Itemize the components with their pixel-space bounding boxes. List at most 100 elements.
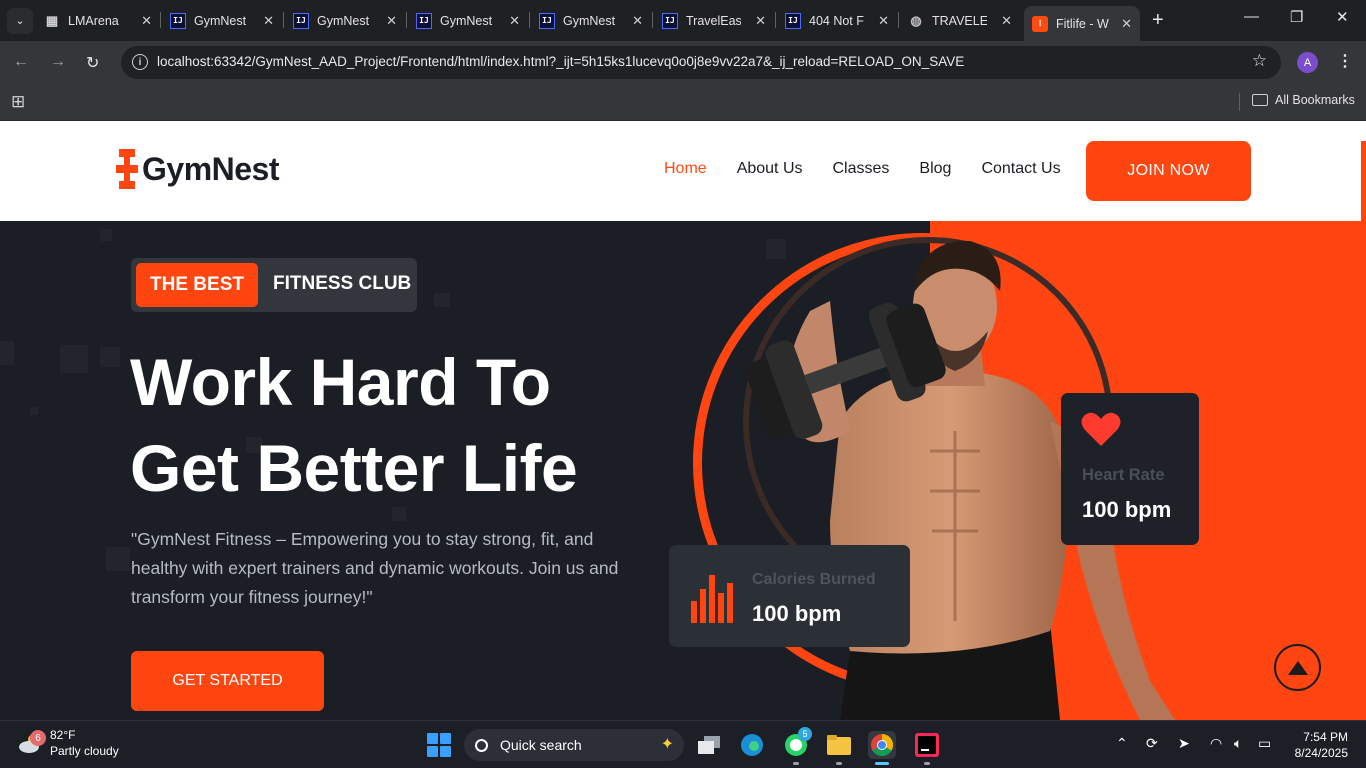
tab-6[interactable]: IJ TravelEase ✕ (662, 6, 774, 35)
whatsapp-icon[interactable]: 5 (782, 727, 812, 765)
main-nav: Home About Us Classes Blog Contact Us (664, 160, 1091, 178)
heart-icon (1081, 412, 1121, 446)
forward-button[interactable]: → (50, 53, 66, 71)
globe-icon: ◍ (910, 12, 922, 28)
system-clock[interactable]: 7:54 PM 8/24/2025 (1288, 729, 1348, 761)
weather-alert-badge: 6 (30, 730, 46, 746)
chrome-icon[interactable] (868, 731, 896, 765)
file-explorer-icon[interactable] (825, 731, 853, 765)
nav-classes[interactable]: Classes (833, 160, 890, 178)
taskbar-search[interactable]: Quick search ✦ (464, 729, 684, 761)
hero-badge: THE BEST FITNESS CLUB (131, 258, 417, 312)
address-toolbar: ← → ↻ i localhost:63342/GymNest_AAD_Proj… (0, 41, 1366, 84)
close-icon[interactable]: ✕ (755, 13, 766, 29)
location-icon[interactable]: ➤ (1178, 735, 1190, 752)
nav-home[interactable]: Home (664, 160, 707, 178)
close-window-button[interactable]: ✕ (1336, 8, 1349, 26)
close-icon[interactable]: ✕ (1121, 16, 1132, 32)
calories-label: Calories Burned (752, 571, 876, 588)
site-info-icon[interactable]: i (132, 54, 148, 70)
tab-title: LMArena (68, 13, 119, 28)
bar-chart-icon (691, 575, 733, 623)
tab-3[interactable]: IJ GymNest ✕ (293, 6, 405, 35)
sync-icon[interactable]: ⟳ (1146, 735, 1158, 752)
intellij-icon: IJ (662, 12, 678, 29)
tab-4[interactable]: IJ GymNest ✕ (416, 6, 528, 35)
tab-7[interactable]: IJ 404 Not F ✕ (785, 6, 897, 35)
site-logo[interactable]: GymNest (116, 149, 280, 189)
battery-icon[interactable]: ▭ (1258, 735, 1271, 752)
profile-avatar[interactable]: A (1297, 52, 1318, 73)
close-icon[interactable]: ✕ (141, 13, 152, 29)
tab-active[interactable]: Ⅰ Fitlife - W ✕ (1024, 6, 1140, 41)
task-view-icon[interactable] (695, 731, 723, 759)
hero-section: THE BEST FITNESS CLUB Work Hard To Get B… (0, 221, 1366, 720)
restore-button[interactable]: ❐ (1290, 8, 1303, 26)
heart-rate-label: Heart Rate (1082, 466, 1165, 484)
show-hidden-icons[interactable]: ⌃ (1116, 735, 1128, 752)
address-bar[interactable]: i localhost:63342/GymNest_AAD_Project/Fr… (121, 46, 1281, 79)
apps-grid-icon[interactable]: ⊞ (11, 92, 25, 112)
edge-icon[interactable] (738, 731, 766, 759)
search-icon (475, 738, 488, 752)
intellij-icon: IJ (416, 12, 432, 29)
partly-cloudy-icon: 6 (18, 730, 46, 754)
weather-condition: Partly cloudy (50, 744, 119, 758)
close-icon[interactable]: ✕ (632, 13, 643, 29)
site-header: GymNest Home About Us Classes Blog Conta… (0, 121, 1366, 221)
tab-search-button[interactable]: ⌄ (7, 7, 33, 34)
volume-icon[interactable]: 🔈︎ (1234, 735, 1242, 752)
clock-time: 7:54 PM (1303, 730, 1348, 744)
close-icon[interactable]: ✕ (878, 13, 889, 29)
all-bookmarks-label: All Bookmarks (1275, 93, 1355, 107)
all-bookmarks-button[interactable]: All Bookmarks (1252, 93, 1355, 107)
intellij-icon: IJ (539, 12, 555, 29)
clock-date: 8/24/2025 (1294, 746, 1348, 760)
grid-icon: ▦ (45, 12, 59, 28)
close-icon[interactable]: ✕ (263, 13, 274, 29)
bookmark-star-icon[interactable]: ☆ (1252, 51, 1267, 71)
reload-button[interactable]: ↻ (86, 53, 99, 73)
close-icon[interactable]: ✕ (386, 13, 397, 29)
back-to-top-button[interactable] (1274, 644, 1321, 691)
tab-title: GymNest (563, 13, 615, 28)
tab-title: GymNest (317, 13, 370, 28)
folder-icon (1252, 94, 1268, 106)
tab-title: TRAVELER (932, 13, 987, 28)
tab-title: TravelEase (686, 13, 741, 28)
minimize-button[interactable]: — (1244, 8, 1259, 25)
menu-icon[interactable]: ⋮ (1337, 51, 1353, 71)
start-button[interactable] (427, 733, 451, 757)
back-button[interactable]: ← (13, 53, 29, 71)
tab-5[interactable]: IJ GymNest ✕ (539, 6, 651, 35)
tab-2[interactable]: IJ GymNest ✕ (170, 6, 282, 35)
nav-blog[interactable]: Blog (919, 160, 951, 178)
join-now-button[interactable]: JOIN NOW (1086, 141, 1251, 201)
hero-description: "GymNest Fitness – Empowering you to sta… (131, 529, 619, 607)
web-page: GymNest Home About Us Classes Blog Conta… (0, 121, 1366, 720)
tab-title: GymNest (194, 13, 247, 28)
windows-taskbar: 6 82°F Partly cloudy Quick search ✦ 5 ⌃ … (0, 720, 1366, 768)
tab-8[interactable]: ◍ TRAVELER ✕ (908, 6, 1020, 35)
scroll-indicator (1361, 141, 1366, 221)
chevron-down-icon: ⌄ (15, 15, 25, 27)
tab-1[interactable]: ▦ LMArena ✕ (44, 6, 160, 35)
heart-rate-card: Heart Rate 100 bpm (1061, 393, 1199, 545)
get-started-button[interactable]: GET STARTED (131, 651, 324, 711)
weather-widget[interactable]: 6 82°F Partly cloudy (18, 727, 119, 759)
intellij-icon: IJ (170, 12, 186, 29)
close-icon[interactable]: ✕ (1001, 13, 1012, 29)
headline-line-2: Get Better Life (130, 431, 578, 505)
bookmarks-bar: ⊞ All Bookmarks (0, 84, 1366, 121)
arrow-up-icon (1287, 660, 1308, 675)
new-tab-button[interactable]: + (1152, 9, 1164, 32)
wifi-icon[interactable]: ◠ (1210, 735, 1222, 752)
heart-rate-value: 100 bpm (1082, 497, 1172, 522)
intellij-taskbar-icon[interactable] (913, 731, 941, 765)
url-text[interactable]: localhost:63342/GymNest_AAD_Project/Fron… (157, 54, 964, 69)
close-icon[interactable]: ✕ (509, 13, 520, 29)
nav-about-us[interactable]: About Us (737, 160, 803, 178)
intellij-icon: IJ (785, 12, 801, 29)
nav-contact-us[interactable]: Contact Us (981, 160, 1060, 178)
badge-text: FITNESS CLUB (273, 273, 412, 294)
